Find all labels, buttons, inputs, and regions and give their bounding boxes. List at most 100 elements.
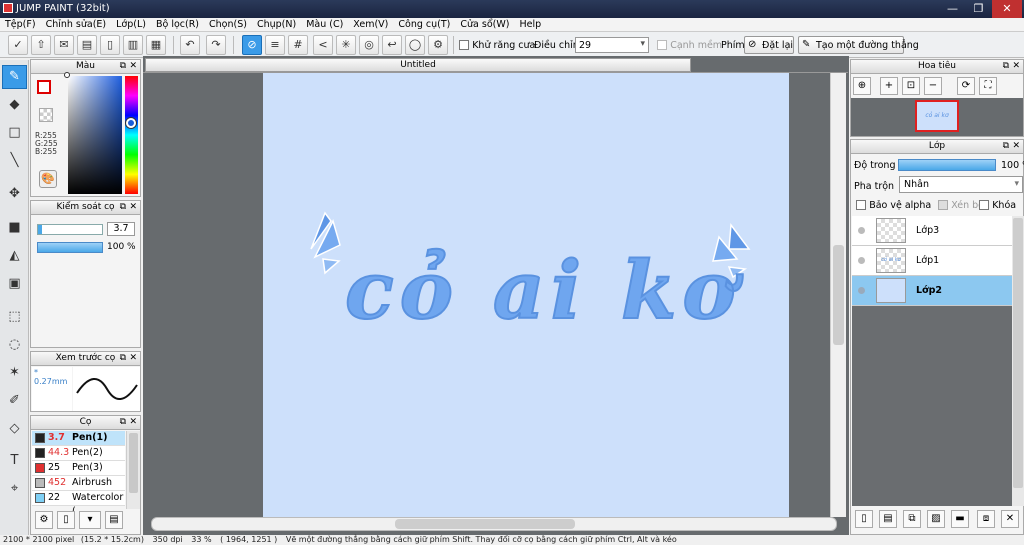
brush-settings-icon[interactable]: ⚙ [35, 511, 53, 529]
line-tool-icon[interactable]: ╲ [2, 149, 27, 173]
minimize-button[interactable]: — [940, 0, 965, 18]
layer-row[interactable]: Lớp3 [852, 216, 1012, 246]
visibility-icon[interactable] [858, 227, 865, 234]
maximize-button[interactable]: ❐ [966, 0, 991, 18]
undock-icon[interactable]: ⧉ [1003, 141, 1009, 152]
menu-tools[interactable]: Công cụ(T) [393, 18, 455, 31]
close-icon[interactable]: ✕ [1012, 61, 1020, 72]
straight-line-button[interactable]: ✎ Tạo một đường thẳng [798, 36, 919, 54]
foreground-color-swatch[interactable] [37, 80, 51, 94]
document-tab[interactable]: Untitled [145, 58, 691, 72]
menu-select[interactable]: Chọn(S) [204, 18, 252, 31]
rotate-icon[interactable]: ⟳ [957, 77, 975, 95]
close-icon[interactable]: ✕ [129, 61, 137, 72]
new-icon[interactable]: ✓ [8, 35, 28, 55]
bucket-tool-icon[interactable]: ◭ [2, 244, 27, 268]
menu-help[interactable]: Help [514, 18, 546, 31]
visibility-icon[interactable] [858, 287, 865, 294]
close-icon[interactable]: ✕ [1012, 141, 1020, 152]
grid-icon[interactable]: ▦ [146, 35, 166, 55]
new-layer-icon[interactable]: ▯ [855, 510, 873, 528]
lock-control[interactable]: Khóa [979, 200, 1016, 211]
pages-icon[interactable]: ▥ [123, 35, 143, 55]
close-icon[interactable]: ✕ [129, 417, 137, 428]
duplicate-layer-icon[interactable]: ⧉ [903, 510, 921, 528]
document-icon[interactable]: ▯ [100, 35, 120, 55]
close-icon[interactable]: ✕ [129, 353, 137, 364]
vertical-scrollbar[interactable] [830, 73, 846, 517]
eyedropper-tool-icon[interactable]: ⌖ [2, 477, 27, 501]
close-button[interactable]: ✕ [992, 0, 1022, 18]
menu-file[interactable]: Tệp(F) [0, 18, 41, 31]
lasso-select-icon[interactable]: ◌ [2, 333, 27, 357]
undock-icon[interactable]: ⧉ [1003, 61, 1009, 72]
navigator-preview[interactable]: cỏ ai kơ [851, 98, 1023, 136]
radial-icon[interactable]: ✳ [336, 35, 356, 55]
concentric-icon[interactable]: ◎ [359, 35, 379, 55]
halftone-layer-icon[interactable]: ▨ [927, 510, 945, 528]
picker-handle[interactable] [64, 72, 70, 78]
drawing-canvas[interactable]: cỏ ai kơ [263, 73, 789, 517]
eraser-tool-icon[interactable]: ◆ [2, 93, 27, 117]
soft-edge-control[interactable]: Cạnh mềm [657, 40, 722, 51]
move-tool-icon[interactable]: ✥ [2, 182, 27, 206]
visibility-icon[interactable] [858, 257, 865, 264]
parallel-lines-icon[interactable]: ≡ [265, 35, 285, 55]
layer-opacity-slider[interactable] [898, 159, 996, 171]
antialias-control[interactable]: Khử răng cưa [459, 40, 535, 51]
actual-size-icon[interactable]: ⊡ [902, 77, 920, 95]
undock-icon[interactable]: ⧉ [120, 61, 126, 72]
vertical-scrollbar-thumb[interactable] [833, 245, 844, 345]
folder-icon[interactable]: ▬ [951, 510, 969, 528]
brush-item[interactable]: 25 Pen(3) [32, 461, 125, 476]
settings-icon[interactable]: ⚙ [428, 35, 448, 55]
undo-icon[interactable]: ↶ [180, 35, 200, 55]
brush-item[interactable]: 452 Airbrush [32, 476, 125, 491]
new-text-layer-icon[interactable]: ▤ [879, 510, 897, 528]
brush-list-scrollbar[interactable] [126, 431, 140, 509]
zoom-in-icon[interactable]: + [880, 77, 898, 95]
magic-wand-icon[interactable]: ✶ [2, 361, 27, 385]
shape-tool-icon[interactable]: □ [2, 121, 27, 145]
transparent-color-swatch[interactable] [39, 108, 53, 122]
menu-filter[interactable]: Bộ lọc(R) [151, 18, 204, 31]
adjust-select[interactable]: 29 ▾ [575, 37, 649, 53]
antialias-checkbox[interactable] [459, 40, 469, 50]
crosshatch-icon[interactable]: # [288, 35, 308, 55]
share-icon[interactable]: ⇧ [31, 35, 51, 55]
comment-icon[interactable]: ✉ [54, 35, 74, 55]
merge-layer-icon[interactable]: ⧈ [977, 510, 995, 528]
snap-off-icon[interactable]: ⊘ [242, 35, 262, 55]
fill-rect-tool-icon[interactable]: ■ [2, 216, 27, 240]
curve-icon[interactable]: ↩ [382, 35, 402, 55]
menu-capture[interactable]: Chụp(N) [252, 18, 301, 31]
redo-icon[interactable]: ↷ [206, 35, 226, 55]
brush-size-input[interactable]: 3.7 [107, 222, 135, 236]
protect-alpha-control[interactable]: Bảo vệ alpha [856, 200, 931, 211]
brush-item[interactable]: 3.7 Pen(1) [32, 431, 125, 446]
undock-icon[interactable]: ⧉ [120, 202, 126, 213]
brush-item[interactable]: 22 Watercolor ( [32, 491, 125, 517]
soft-edge-checkbox[interactable] [657, 40, 667, 50]
layer-list-scrollbar[interactable] [1012, 216, 1024, 506]
menu-view[interactable]: Xem(V) [348, 18, 393, 31]
menu-layer[interactable]: Lớp(L) [111, 18, 151, 31]
text-tool-icon[interactable]: T [2, 449, 27, 473]
saturation-value-picker[interactable] [68, 76, 122, 194]
scrollbar-thumb[interactable] [129, 433, 138, 493]
reset-button[interactable]: ⊘ Đặt lại [744, 36, 794, 54]
rect-select-icon[interactable]: ⬚ [2, 305, 27, 329]
blend-mode-select[interactable]: Nhân ▾ [899, 176, 1023, 193]
fullscreen-icon[interactable]: ⛶ [979, 77, 997, 95]
menu-edit[interactable]: Chỉnh sửa(E) [41, 18, 112, 31]
undock-icon[interactable]: ⧉ [120, 353, 126, 364]
brush-size-slider[interactable] [37, 224, 103, 235]
horizontal-scrollbar[interactable] [151, 517, 837, 531]
lock-checkbox[interactable] [979, 200, 989, 210]
delete-layer-icon[interactable]: ✕ [1001, 510, 1019, 528]
gradient-tool-icon[interactable]: ▣ [2, 272, 27, 296]
new-brush-icon[interactable]: ▯ [57, 511, 75, 529]
brush-menu-icon[interactable]: ▾ [79, 511, 101, 529]
brush-item[interactable]: 44.3 Pen(2) [32, 446, 125, 461]
undock-icon[interactable]: ⧉ [120, 417, 126, 428]
